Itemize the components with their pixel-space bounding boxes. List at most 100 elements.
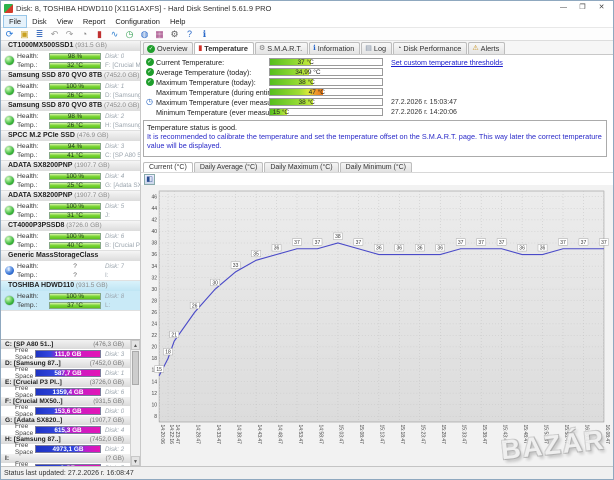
temperature-value: 15 °C [273, 109, 289, 116]
temperature-bar: 34,99 °C [269, 68, 383, 76]
disk-detect-icon[interactable]: ▣ [19, 29, 30, 39]
disk-number: Disk: 2 [105, 113, 124, 120]
menu-view[interactable]: View [52, 16, 78, 27]
thermometer-icon[interactable]: ▮ [94, 29, 105, 39]
chart-toolbar: ◧ [141, 172, 613, 185]
redo-icon[interactable]: ↷ [64, 29, 75, 39]
refresh-icon[interactable]: ⟳ [4, 29, 15, 39]
partition-size: (931,5 GB) [93, 397, 130, 406]
info-icon[interactable]: ℹ [199, 29, 210, 39]
disk-entry[interactable]: CT1000MX500SSD1 (931.5 GB)Health:98 %Dis… [1, 41, 140, 71]
set-thresholds-link[interactable]: Set custom temperature thresholds [391, 58, 503, 67]
drive-letter: J: [105, 212, 110, 219]
free-space-bar: 111,0 GB [35, 350, 101, 358]
temp-bar-value: 41 °C [50, 153, 100, 158]
disk-size: (931.5 GB) [73, 42, 107, 49]
disk-entry-header: ADATA SX8200PNP (1907.7 GB) [1, 191, 140, 201]
close-button[interactable]: ✕ [592, 2, 611, 14]
chart-tab-current-c[interactable]: Current (°C) [143, 162, 193, 172]
svg-text:26: 26 [192, 303, 198, 309]
tab-log[interactable]: ▤Log [361, 42, 392, 54]
tab-disk-performance[interactable]: ◔Disk Performance [393, 42, 467, 54]
maximize-button[interactable]: ❐ [573, 2, 592, 14]
disk-name: SPCC M.2 PCIe SSD [8, 132, 75, 139]
field-label: Health: [17, 233, 49, 240]
device-list-icon[interactable]: ≣ [34, 29, 45, 39]
disk-entry[interactable]: Generic MassStorageClassiHealth:?Disk: 7… [1, 251, 140, 281]
disk-size: (3726.0 GB) [64, 222, 101, 229]
settings-icon[interactable]: ⚙ [169, 29, 180, 39]
sidebar: CT1000MX500SSD1 (931.5 GB)Health:98 %Dis… [1, 41, 141, 466]
drive-letter: G: [Adata SX8200 2TB 2] [105, 182, 140, 189]
disk-number: Disk: 7 [105, 465, 124, 467]
menu-configuration[interactable]: Configuration [110, 16, 165, 27]
svg-text:36: 36 [376, 246, 382, 252]
disk-entry[interactable]: SPCC M.2 PCIe SSD (476.9 GB)Health:94 %D… [1, 131, 140, 161]
svg-text:14:58:47: 14:58:47 [317, 425, 323, 445]
temp-bar: 31 °C [49, 212, 101, 219]
scroll-up-icon[interactable]: ▲ [131, 340, 140, 350]
partition-scrollbar[interactable]: ▲ ▼ [130, 340, 140, 466]
tab-overview[interactable]: ✓Overview [143, 42, 193, 54]
tab-information[interactable]: ℹInformation [309, 42, 360, 54]
menu-file[interactable]: File [3, 15, 27, 28]
window-title: Disk: 8, TOSHIBA HDWD110 [X11G1AXFS] - H… [16, 4, 554, 13]
calendar-icon[interactable]: ▦ [154, 29, 165, 39]
tab-s-m-a-r-t[interactable]: ⚙S.M.A.R.T. [255, 42, 308, 54]
tab-label: Temperature [204, 44, 248, 53]
disk-number: Disk: 1 [105, 83, 124, 90]
svg-text:15:43:47: 15:43:47 [501, 425, 507, 445]
status-line-1: Temperature status is good. [147, 123, 603, 132]
partition-free-row: Free Space615,3 GBDisk: 4 [1, 425, 130, 435]
undo-icon[interactable]: ↶ [49, 29, 60, 39]
chart-tab-daily-minimum-c[interactable]: Daily Minimum (°C) [340, 162, 412, 172]
partition-entry[interactable]: H: [Samsung 87..](7452,0 GB)Free Space49… [1, 435, 130, 454]
minimize-button[interactable]: — [554, 2, 573, 14]
partition-size: (? GB) [105, 454, 130, 463]
svg-text:14: 14 [152, 379, 158, 385]
tab-alerts[interactable]: ⚠Alerts [468, 42, 505, 54]
partition-entry[interactable]: D: [Samsung 87..](7452,0 GB)Free Space58… [1, 359, 130, 378]
tab-temperature[interactable]: ▮Temperature [194, 42, 254, 54]
export-chart-icon[interactable]: ◧ [144, 174, 155, 185]
drive-letter: I: [105, 272, 109, 279]
health-bar: 98 % [49, 53, 101, 60]
disk-entry[interactable]: CT4000P3PSSD8 (3726.0 GB)Health:100 %Dis… [1, 221, 140, 251]
free-space-value: 111,0 GB [36, 351, 100, 357]
menu-help[interactable]: Help [165, 16, 190, 27]
chart-tab-daily-average-c[interactable]: Daily Average (°C) [194, 162, 264, 172]
field-label: Health: [17, 263, 49, 270]
network-icon[interactable]: ◍ [139, 29, 150, 39]
disk-entry[interactable]: Samsung SSD 870 QVO 8TB (7452.0 GB)Healt… [1, 71, 140, 101]
partition-entry[interactable]: F: [Crucial MX50..](931,5 GB)Free Space1… [1, 397, 130, 416]
temperature-value: 47 °C [309, 89, 325, 96]
field-label: Temp.: [17, 272, 49, 279]
field-label: Temp.: [17, 242, 49, 249]
disk-name: Generic MassStorageClass [8, 252, 98, 259]
scroll-thumb[interactable] [132, 351, 139, 385]
disk-entry[interactable]: ADATA SX8200PNP (1907.7 GB)Health:100 %D… [1, 161, 140, 191]
benchmark-icon[interactable]: ∿ [109, 29, 120, 39]
partition-size: (1907,7 GB) [90, 416, 130, 425]
help-icon[interactable]: ? [184, 29, 195, 39]
surface-test-icon[interactable]: ◔ [79, 29, 90, 39]
disk-entry[interactable]: TOSHIBA HDWD110 (931.5 GB)Health:100 %Di… [1, 281, 140, 311]
gear-icon: ⚙ [259, 45, 265, 52]
menu-disk[interactable]: Disk [27, 16, 52, 27]
partition-entry[interactable]: C: [SP A80 51..](476,3 GB)Free Space111,… [1, 340, 130, 359]
disk-number: Disk: 4 [105, 173, 124, 180]
menu-report[interactable]: Report [78, 16, 111, 27]
temperature-row: ✓Maximum Temperature (today):38 °C [143, 77, 613, 87]
disk-entry[interactable]: Samsung SSD 870 QVO 8TB (7452.0 GB)Healt… [1, 101, 140, 131]
svg-text:33: 33 [233, 263, 239, 269]
field-label: Health: [17, 293, 49, 300]
clock-icon[interactable]: ◷ [124, 29, 135, 39]
alert-icon: ⚠ [472, 45, 478, 52]
scroll-down-icon[interactable]: ▼ [131, 456, 140, 466]
chart-tab-daily-maximum-c[interactable]: Daily Maximum (°C) [264, 162, 338, 172]
partition-entry[interactable]: E: [Crucial P3 Pl..](3726,0 GB)Free Spac… [1, 378, 130, 397]
disk-entry[interactable]: ADATA SX8200PNP (1907.7 GB)Health:100 %D… [1, 191, 140, 221]
temp-bar: 40 °C [49, 242, 101, 249]
svg-text:14:53:47: 14:53:47 [297, 425, 303, 445]
partition-entry[interactable]: G: [Adata SX820..](1907,7 GB)Free Space6… [1, 416, 130, 435]
